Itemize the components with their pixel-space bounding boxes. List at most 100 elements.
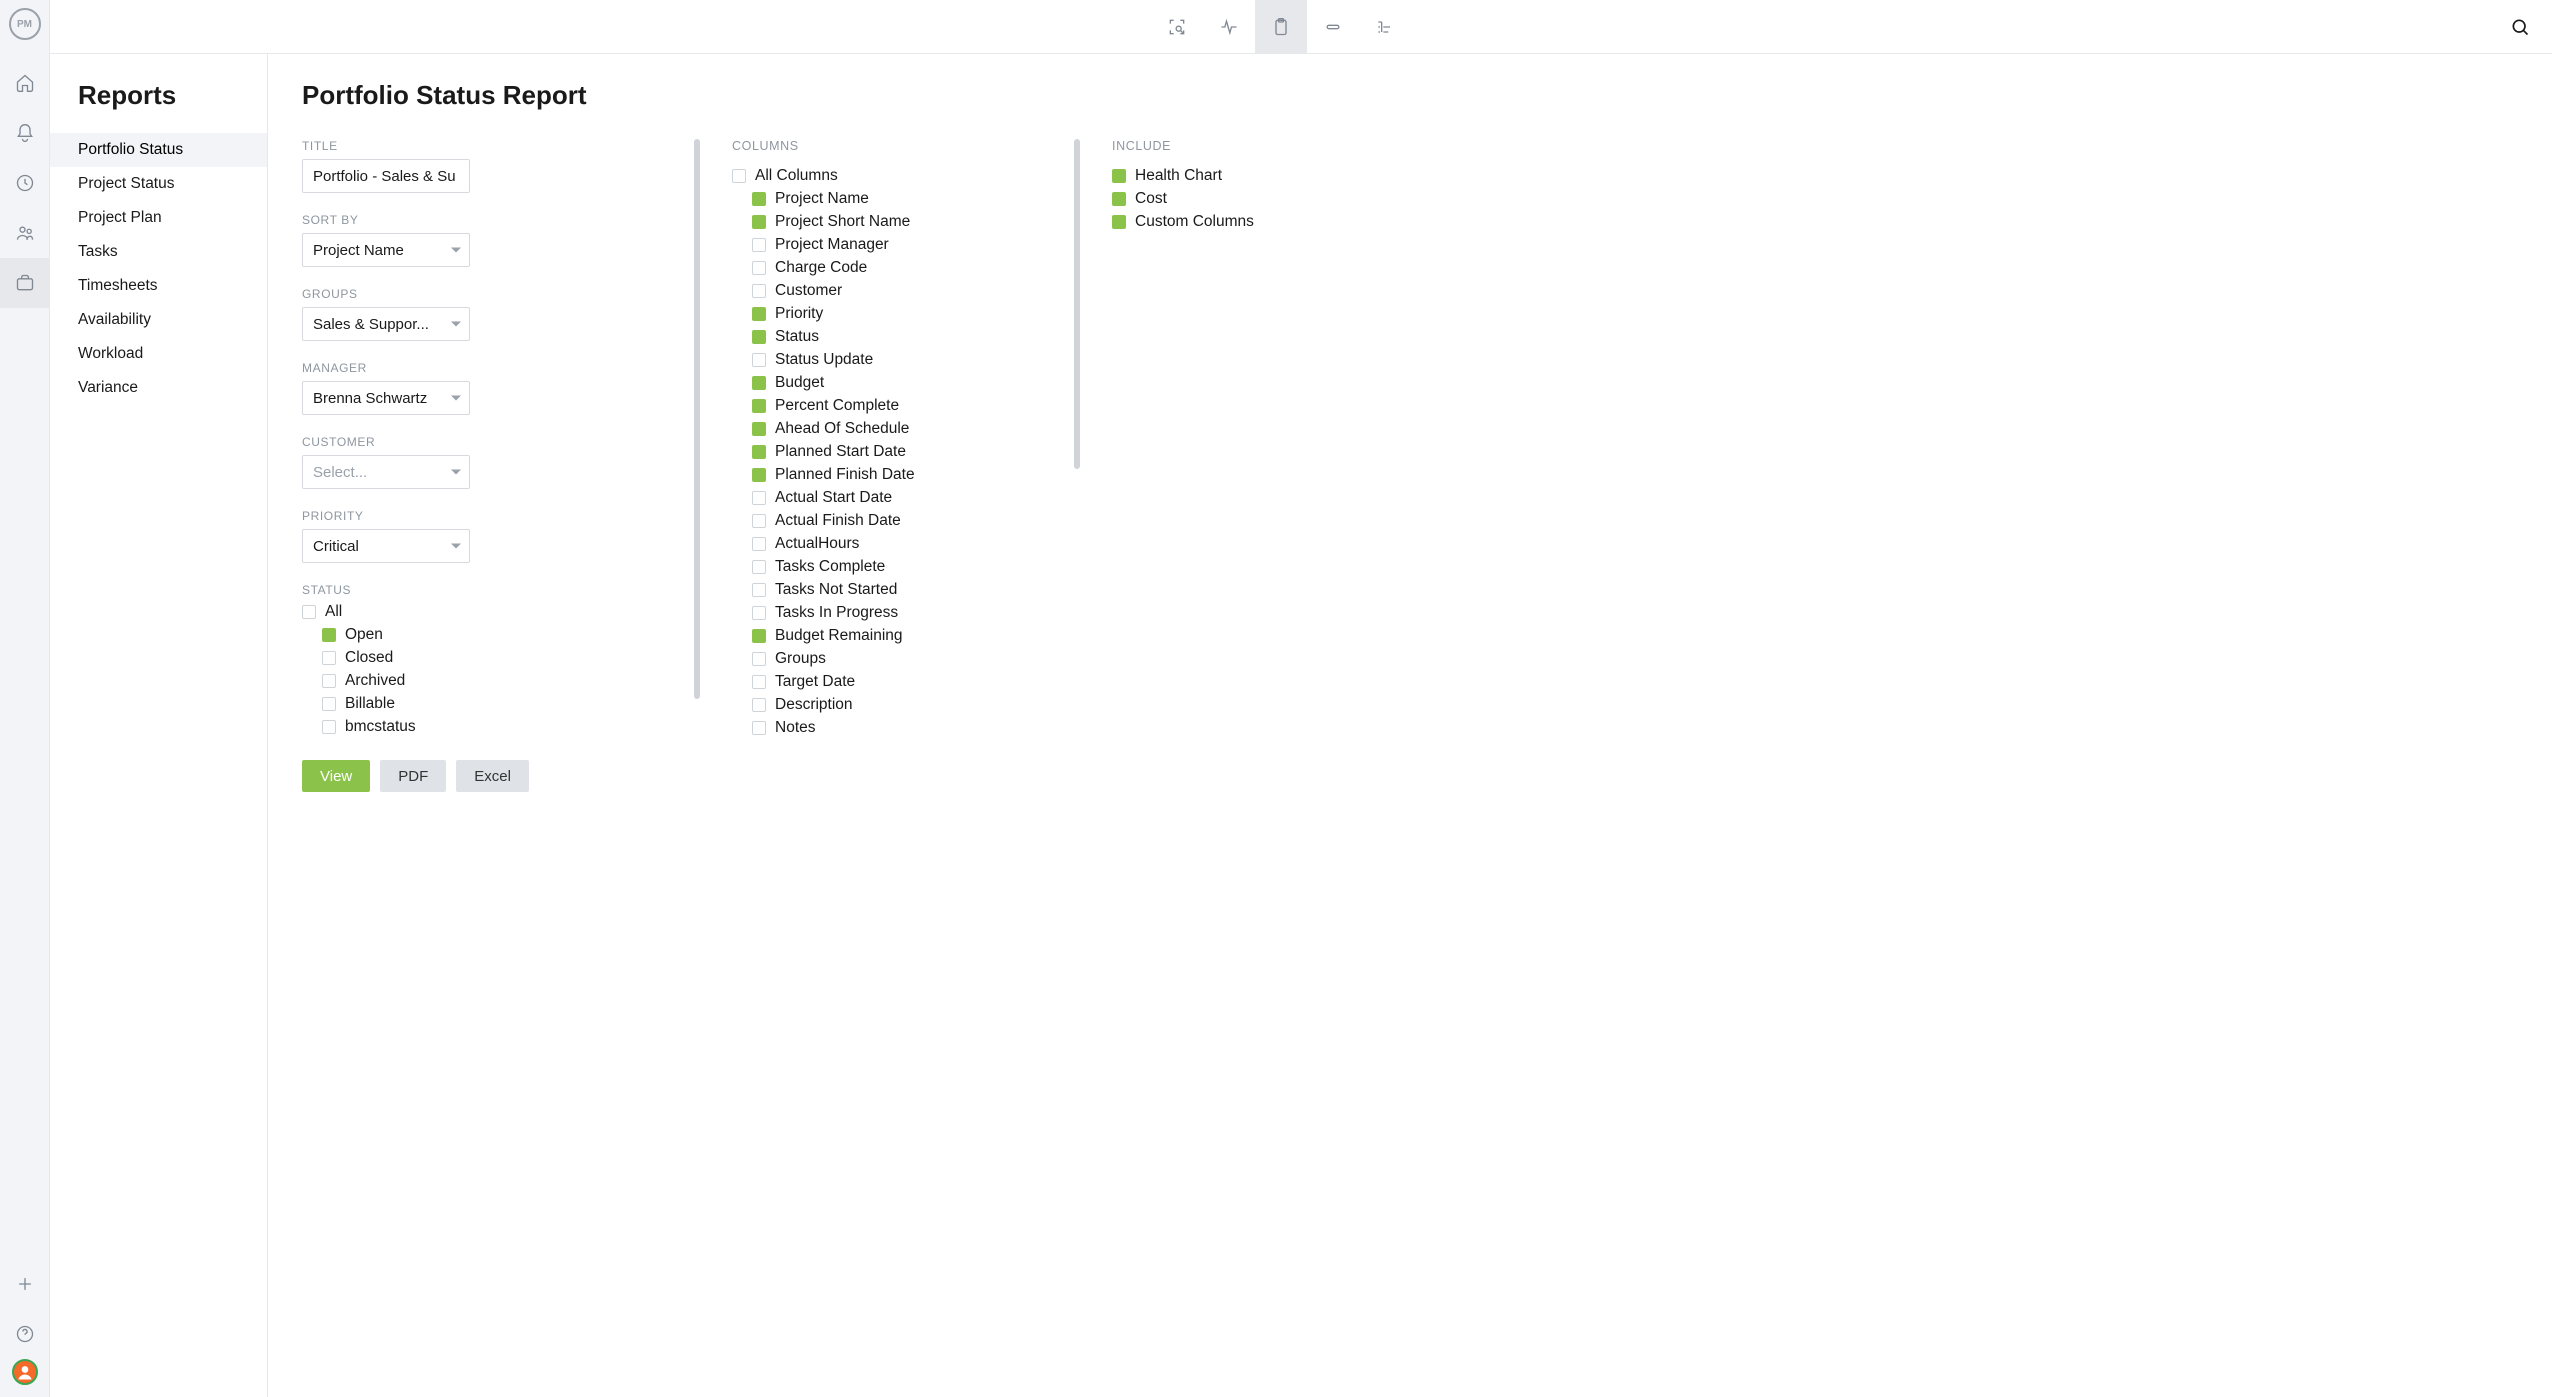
checkbox-icon: [322, 651, 336, 665]
customer-select[interactable]: Select...: [302, 455, 470, 489]
sidebar-item[interactable]: Variance: [50, 371, 267, 405]
checkbox-row[interactable]: Status Update: [752, 351, 1072, 369]
checkbox-row[interactable]: Custom Columns: [1112, 213, 1372, 231]
checkbox-row[interactable]: Tasks Not Started: [752, 581, 1072, 599]
link-icon[interactable]: [1307, 0, 1359, 54]
groups-label: GROUPS: [302, 287, 692, 301]
checkbox-label: Description: [775, 696, 853, 714]
checkbox-icon: [322, 720, 336, 734]
checkbox-label: bmcstatus: [345, 718, 416, 736]
checkbox-icon: [752, 560, 766, 574]
checkbox-row[interactable]: Planned Start Date: [752, 443, 1072, 461]
checkbox-row[interactable]: Project Manager: [752, 236, 1072, 254]
sidebar-item[interactable]: Workload: [50, 337, 267, 371]
checkbox-label: Archived: [345, 672, 405, 690]
checkbox-icon: [732, 169, 746, 183]
checkbox-row[interactable]: Percent Complete: [752, 397, 1072, 415]
user-avatar[interactable]: [12, 1359, 38, 1385]
checkbox-row[interactable]: Budget: [752, 374, 1072, 392]
checkbox-row[interactable]: bmcstatus: [322, 718, 692, 736]
checkbox-row[interactable]: Notes: [752, 719, 1072, 737]
checkbox-icon: [752, 652, 766, 666]
scan-icon[interactable]: [1151, 0, 1203, 54]
checkbox-row[interactable]: Cost: [1112, 190, 1372, 208]
checkbox-label: Target Date: [775, 673, 855, 691]
activity-icon[interactable]: [1203, 0, 1255, 54]
view-button[interactable]: View: [302, 760, 370, 792]
briefcase-icon[interactable]: [0, 258, 50, 308]
search-icon[interactable]: [2500, 7, 2540, 47]
hierarchy-icon[interactable]: [1359, 0, 1411, 54]
checkbox-label: Actual Finish Date: [775, 512, 901, 530]
checkbox-label: Tasks In Progress: [775, 604, 898, 622]
checkbox-row[interactable]: Planned Finish Date: [752, 466, 1072, 484]
top-toolbar: [50, 0, 2552, 54]
checkbox-row[interactable]: All Columns: [732, 167, 1072, 185]
checkbox-row[interactable]: Groups: [752, 650, 1072, 668]
sidebar-item[interactable]: Portfolio Status: [50, 133, 267, 167]
checkbox-row[interactable]: Status: [752, 328, 1072, 346]
scrollbar[interactable]: [1074, 139, 1080, 469]
checkbox-label: Project Short Name: [775, 213, 910, 231]
checkbox-row[interactable]: Actual Start Date: [752, 489, 1072, 507]
checkbox-label: Planned Start Date: [775, 443, 906, 461]
checkbox-icon: [752, 468, 766, 482]
checkbox-row[interactable]: Billable: [322, 695, 692, 713]
checkbox-icon: [752, 491, 766, 505]
checkbox-icon: [752, 583, 766, 597]
team-icon[interactable]: [0, 208, 50, 258]
sortby-select[interactable]: Project Name: [302, 233, 470, 267]
checkbox-row[interactable]: Target Date: [752, 673, 1072, 691]
excel-button[interactable]: Excel: [456, 760, 529, 792]
sidebar-item[interactable]: Project Plan: [50, 201, 267, 235]
sidebar-item[interactable]: Tasks: [50, 235, 267, 269]
checkbox-row[interactable]: Actual Finish Date: [752, 512, 1072, 530]
title-input[interactable]: Portfolio - Sales & Su: [302, 159, 470, 193]
checkbox-icon: [752, 675, 766, 689]
checkbox-row[interactable]: Ahead Of Schedule: [752, 420, 1072, 438]
pdf-button[interactable]: PDF: [380, 760, 446, 792]
clock-icon[interactable]: [0, 158, 50, 208]
checkbox-row[interactable]: All: [302, 603, 692, 621]
checkbox-row[interactable]: Budget Remaining: [752, 627, 1072, 645]
checkbox-row[interactable]: Charge Code: [752, 259, 1072, 277]
checkbox-label: Budget: [775, 374, 824, 392]
checkbox-row[interactable]: Closed: [322, 649, 692, 667]
checkbox-row[interactable]: Health Chart: [1112, 167, 1372, 185]
bell-icon[interactable]: [0, 108, 50, 158]
plus-icon[interactable]: [0, 1259, 50, 1309]
checkbox-icon: [752, 353, 766, 367]
checkbox-row[interactable]: Priority: [752, 305, 1072, 323]
checkbox-row[interactable]: Project Name: [752, 190, 1072, 208]
checkbox-row[interactable]: Tasks Complete: [752, 558, 1072, 576]
help-icon[interactable]: [0, 1309, 50, 1359]
checkbox-row[interactable]: Project Short Name: [752, 213, 1072, 231]
checkbox-icon: [752, 192, 766, 206]
checkbox-icon: [752, 307, 766, 321]
checkbox-row[interactable]: Customer: [752, 282, 1072, 300]
checkbox-label: All: [325, 603, 342, 621]
home-icon[interactable]: [0, 58, 50, 108]
checkbox-icon: [322, 628, 336, 642]
left-nav-rail: PM: [0, 0, 50, 1397]
checkbox-label: Planned Finish Date: [775, 466, 915, 484]
sidebar-item[interactable]: Project Status: [50, 167, 267, 201]
checkbox-icon: [1112, 169, 1126, 183]
scrollbar[interactable]: [694, 139, 700, 699]
checkbox-icon: [752, 629, 766, 643]
checkbox-row[interactable]: ActualHours: [752, 535, 1072, 553]
checkbox-row[interactable]: Archived: [322, 672, 692, 690]
checkbox-row[interactable]: Tasks In Progress: [752, 604, 1072, 622]
checkbox-icon: [322, 697, 336, 711]
priority-select[interactable]: Critical: [302, 529, 470, 563]
groups-select[interactable]: Sales & Suppor...: [302, 307, 470, 341]
sidebar-item[interactable]: Timesheets: [50, 269, 267, 303]
clipboard-icon[interactable]: [1255, 0, 1307, 54]
checkbox-icon: [752, 514, 766, 528]
manager-select[interactable]: Brenna Schwartz: [302, 381, 470, 415]
sidebar-item[interactable]: Availability: [50, 303, 267, 337]
checkbox-row[interactable]: Open: [322, 626, 692, 644]
checkbox-label: Closed: [345, 649, 393, 667]
checkbox-row[interactable]: Description: [752, 696, 1072, 714]
report-config: Portfolio Status Report TITLE Portfolio …: [268, 54, 2552, 1397]
